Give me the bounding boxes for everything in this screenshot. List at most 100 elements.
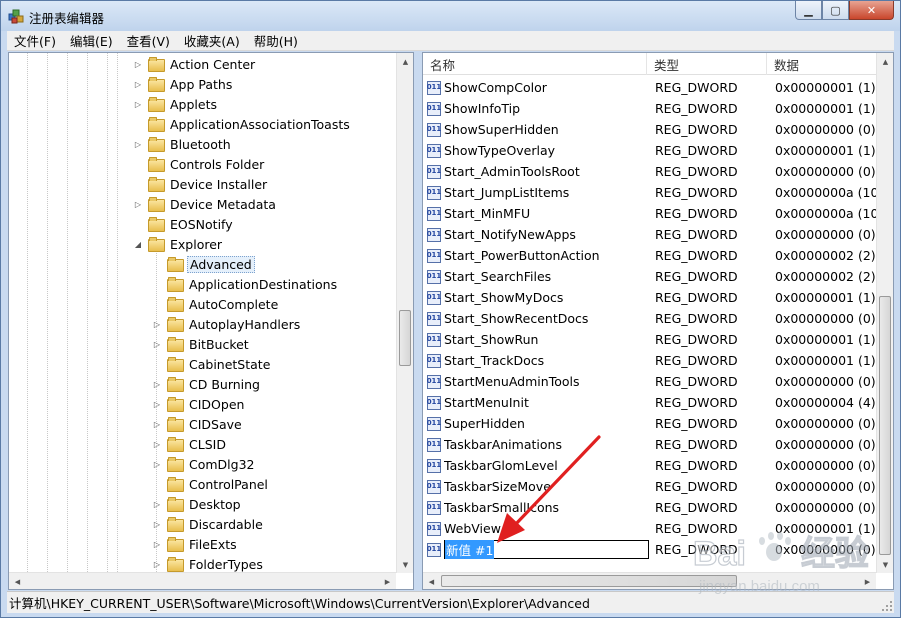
menu-file[interactable]: 文件(F) xyxy=(7,31,63,50)
folder-icon xyxy=(148,97,165,112)
scroll-down-arrow[interactable]: ▼ xyxy=(397,556,413,573)
tree-item[interactable]: CabinetState xyxy=(152,354,272,374)
tree-item[interactable]: EOSNotify xyxy=(133,214,235,234)
menu-favorites[interactable]: 收藏夹(A) xyxy=(177,31,247,50)
values-vertical-scrollbar[interactable]: ▲ ▼ xyxy=(876,53,893,573)
column-name[interactable]: 名称 xyxy=(423,53,647,75)
tree-item[interactable]: Device Installer xyxy=(133,174,269,194)
scroll-thumb[interactable] xyxy=(399,310,411,366)
tree-item[interactable]: ▷ Applets xyxy=(133,94,219,114)
expand-arrow-icon[interactable]: ▷ xyxy=(152,439,162,449)
minimize-button[interactable]: ▁ xyxy=(795,1,822,20)
tree-item[interactable]: ▷ Discardable xyxy=(152,514,265,534)
expand-arrow-icon[interactable]: ▷ xyxy=(152,459,162,469)
tree-item[interactable]: ▷ Action Center xyxy=(133,54,257,74)
value-row[interactable]: 011 StartMenuInit REG_DWORD 0x00000004 (4) xyxy=(427,392,876,413)
tree-item[interactable]: ▷ CLSID xyxy=(152,434,228,454)
value-row[interactable]: 011 Start_MinMFU REG_DWORD 0x0000000a (10) xyxy=(427,203,884,224)
value-row[interactable]: 011 Start_PowerButtonAction REG_DWORD 0x000… xyxy=(427,245,876,266)
expand-arrow-icon[interactable]: ▷ xyxy=(152,559,162,569)
key-tree-pane[interactable]: ▷ Action Center ▷ App Paths ▷ Applets Applicat… xyxy=(8,52,414,590)
scroll-thumb[interactable] xyxy=(879,296,891,555)
expand-arrow-icon[interactable]: ▷ xyxy=(133,139,143,149)
expand-arrow-icon[interactable]: ▷ xyxy=(152,499,162,509)
scroll-up-arrow[interactable]: ▲ xyxy=(397,53,413,70)
scroll-left-arrow[interactable]: ◀ xyxy=(9,573,26,589)
tree-item[interactable]: ▷ FileExts xyxy=(152,534,239,554)
value-row[interactable]: 011 Start_NotifyNewApps REG_DWORD 0x0000000… xyxy=(427,224,876,245)
menu-edit[interactable]: 编辑(E) xyxy=(63,31,120,50)
tree-item[interactable]: ▷ Device Metadata xyxy=(133,194,278,214)
tree-item[interactable]: ▷ App Paths xyxy=(133,74,234,94)
expand-arrow-icon[interactable]: ▷ xyxy=(152,539,162,549)
tree-item[interactable]: ▷ CIDOpen xyxy=(152,394,246,414)
expand-arrow-icon[interactable]: ▷ xyxy=(133,99,143,109)
tree-item[interactable]: ◢ Explorer xyxy=(133,234,224,254)
tree-item[interactable]: ▷ Bluetooth xyxy=(133,134,233,154)
expand-arrow-icon[interactable]: ▷ xyxy=(133,79,143,89)
tree-item[interactable]: ApplicationDestinations xyxy=(152,274,339,294)
tree-item[interactable]: ▷ CIDSave xyxy=(152,414,244,434)
expand-arrow-icon[interactable]: ▷ xyxy=(152,379,162,389)
value-type: REG_DWORD xyxy=(655,185,738,200)
scroll-left-arrow[interactable]: ◀ xyxy=(423,573,440,589)
column-data[interactable]: 数据 xyxy=(767,53,876,75)
value-row[interactable]: 011 TaskbarSizeMove REG_DWORD 0x00000000 (0… xyxy=(427,476,876,497)
expand-arrow-icon[interactable]: ▷ xyxy=(152,399,162,409)
value-row[interactable]: 011 SuperHidden REG_DWORD 0x00000000 (0) xyxy=(427,413,876,434)
menu-help[interactable]: 帮助(H) xyxy=(247,31,305,50)
rename-input[interactable]: 新值 #1 xyxy=(444,540,649,559)
collapse-arrow-icon[interactable]: ◢ xyxy=(133,239,143,249)
expand-arrow-icon[interactable]: ▷ xyxy=(152,519,162,529)
title-bar[interactable]: 注册表编辑器 ▁ ▢ ✕ xyxy=(1,1,900,31)
tree-item[interactable]: ControlPanel xyxy=(152,474,270,494)
expand-arrow-icon[interactable]: ▷ xyxy=(152,339,162,349)
value-row[interactable]: 011 Start_ShowMyDocs REG_DWORD 0x00000001 (… xyxy=(427,287,876,308)
value-row[interactable]: 011 TaskbarAnimations REG_DWORD 0x00000000 … xyxy=(427,434,876,455)
value-row[interactable]: 011 WebView REG_DWORD 0x00000001 (1) xyxy=(427,518,876,539)
expand-arrow-icon[interactable]: ▷ xyxy=(133,199,143,209)
value-row[interactable]: 011 ShowInfoTip REG_DWORD 0x00000001 (1) xyxy=(427,98,876,119)
value-row[interactable]: 011 Start_AdminToolsRoot REG_DWORD 0x000000… xyxy=(427,161,876,182)
tree-item[interactable]: Controls Folder xyxy=(133,154,266,174)
value-row[interactable]: 011 新值 #1 REG_DWORD 0x00000000 (0) xyxy=(427,539,876,560)
value-row[interactable]: 011 TaskbarGlomLevel REG_DWORD 0x00000000 (… xyxy=(427,455,876,476)
scroll-right-arrow[interactable]: ▶ xyxy=(379,573,396,589)
value-row[interactable]: 011 StartMenuAdminTools REG_DWORD 0x0000000… xyxy=(427,371,876,392)
tree-item[interactable]: ▷ AutoplayHandlers xyxy=(152,314,302,334)
expand-arrow-icon[interactable]: ▷ xyxy=(152,319,162,329)
menu-view[interactable]: 查看(V) xyxy=(120,31,177,50)
tree-item[interactable]: Advanced xyxy=(152,254,255,274)
value-row[interactable]: 011 Start_SearchFiles REG_DWORD 0x00000002 … xyxy=(427,266,876,287)
value-row[interactable]: 011 Start_JumpListItems REG_DWORD 0x0000000… xyxy=(427,182,884,203)
value-row[interactable]: 011 ShowSuperHidden REG_DWORD 0x00000000 (0… xyxy=(427,119,876,140)
value-row[interactable]: 011 Start_TrackDocs REG_DWORD 0x00000001 (1… xyxy=(427,350,876,371)
resize-grip-icon[interactable] xyxy=(881,600,893,612)
tree-item[interactable]: ApplicationAssociationToasts xyxy=(133,114,352,134)
tree-item[interactable]: ▷ ComDlg32 xyxy=(152,454,257,474)
expand-arrow-icon[interactable]: ▷ xyxy=(133,59,143,69)
value-row[interactable]: 011 ShowTypeOverlay REG_DWORD 0x00000001 (1… xyxy=(427,140,876,161)
expand-arrow-icon[interactable]: ▷ xyxy=(152,419,162,429)
tree-horizontal-scrollbar[interactable]: ◀ ▶ xyxy=(9,572,396,589)
tree-item[interactable]: AutoComplete xyxy=(152,294,280,314)
scroll-up-arrow[interactable]: ▲ xyxy=(877,53,893,70)
value-row[interactable]: 011 ShowCompColor REG_DWORD 0x00000001 (1) xyxy=(427,77,876,98)
value-row[interactable]: 011 TaskbarSmallIcons REG_DWORD 0x00000000 … xyxy=(427,497,876,518)
close-button[interactable]: ✕ xyxy=(849,1,894,20)
tree-item[interactable]: ▷ BitBucket xyxy=(152,334,251,354)
column-type[interactable]: 类型 xyxy=(647,53,767,75)
values-horizontal-scrollbar[interactable]: ◀ ▶ xyxy=(423,572,876,589)
values-pane[interactable]: 名称 类型 数据 011 ShowCompColor REG_DWORD 0x0000… xyxy=(422,52,894,590)
scroll-thumb[interactable] xyxy=(441,575,737,587)
tree-item[interactable]: ▷ CD Burning xyxy=(152,374,262,394)
scroll-down-arrow[interactable]: ▼ xyxy=(877,556,893,573)
maximize-button[interactable]: ▢ xyxy=(822,1,849,20)
scroll-right-arrow[interactable]: ▶ xyxy=(859,573,876,589)
value-row[interactable]: 011 Start_ShowRecentDocs REG_DWORD 0x000000… xyxy=(427,308,876,329)
value-row[interactable]: 011 Start_ShowRun REG_DWORD 0x00000001 (1) xyxy=(427,329,876,350)
tree-item[interactable]: ▷ Desktop xyxy=(152,494,243,514)
tree-vertical-scrollbar[interactable]: ▲ ▼ xyxy=(396,53,413,573)
tree-item[interactable]: ▷ FolderTypes xyxy=(152,554,265,574)
folder-icon xyxy=(148,217,165,232)
